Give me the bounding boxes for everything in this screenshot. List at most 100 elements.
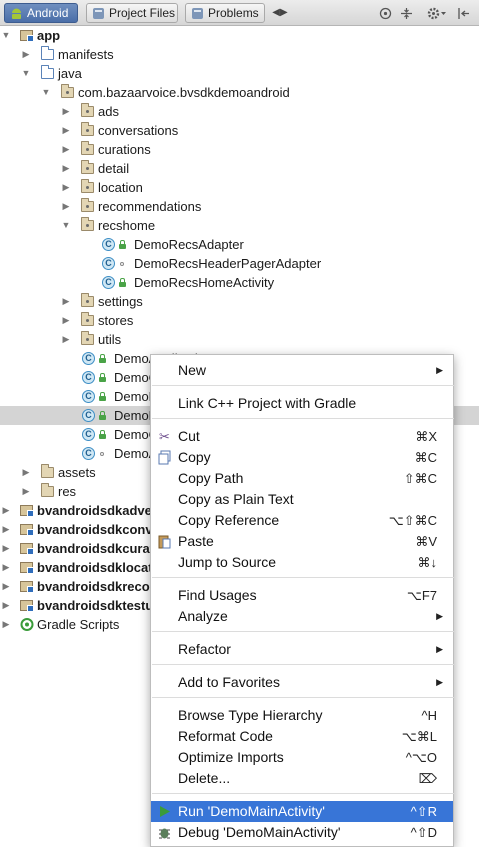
package-icon xyxy=(81,293,94,307)
expand-arrow-icon[interactable]: ▶ xyxy=(61,159,71,178)
lock-icon xyxy=(99,430,106,439)
tab-project-files[interactable]: Project Files xyxy=(86,3,178,23)
lock-icon xyxy=(99,411,106,420)
expand-arrow-icon[interactable]: ▶ xyxy=(21,45,31,64)
debug-icon xyxy=(159,828,170,839)
tree-node-java[interactable]: ▼ java xyxy=(0,64,479,83)
menu-item-label: Debug 'DemoMainActivity' xyxy=(178,824,341,840)
expand-arrow-icon[interactable]: ▼ xyxy=(21,64,31,83)
expand-arrow-icon[interactable]: ▶ xyxy=(61,311,71,330)
expand-arrow-icon[interactable]: ▼ xyxy=(41,83,51,102)
expand-arrow-icon[interactable]: ▶ xyxy=(61,140,71,159)
expand-arrow-icon[interactable]: ▶ xyxy=(1,520,11,539)
menu-item-label: Copy xyxy=(178,449,211,465)
menu-item-new[interactable]: New ▶ xyxy=(151,360,453,381)
tree-node-label: settings xyxy=(98,294,143,309)
tree-node-demorecsadapter[interactable]: C DemoRecsAdapter xyxy=(0,235,479,254)
class-icon: C xyxy=(82,447,95,460)
tree-node-label: com.bazaarvoice.bvsdkdemoandroid xyxy=(78,85,290,100)
tree-node-detail[interactable]: ▶ detail xyxy=(0,159,479,178)
menu-item-reformat-code[interactable]: Reformat Code ⌥⌘L xyxy=(151,726,453,747)
tree-node-location[interactable]: ▶ location xyxy=(0,178,479,197)
tree-node-settings[interactable]: ▶ settings xyxy=(0,292,479,311)
expand-arrow-icon[interactable]: ▶ xyxy=(21,463,31,482)
expand-arrow-icon[interactable]: ▶ xyxy=(1,539,11,558)
menu-item-copy-path[interactable]: Copy Path ⇧⌘C xyxy=(151,468,453,489)
class-icon: C xyxy=(82,390,95,403)
menu-item-copy[interactable]: Copy ⌘C xyxy=(151,447,453,468)
resource-folder-icon xyxy=(41,464,54,478)
expand-arrow-icon[interactable]: ▶ xyxy=(61,292,71,311)
expand-arrow-icon[interactable]: ▶ xyxy=(1,501,11,520)
menu-item-jump-to-source[interactable]: Jump to Source ⌘↓ xyxy=(151,552,453,573)
expand-arrow-icon[interactable]: ▶ xyxy=(1,558,11,577)
tree-node-demorecshomeactivity[interactable]: C DemoRecsHomeActivity xyxy=(0,273,479,292)
package-private-icon xyxy=(100,452,104,456)
menu-item-debug[interactable]: Debug 'DemoMainActivity' ^⇧D xyxy=(151,822,453,843)
expand-arrow-icon[interactable]: ▶ xyxy=(61,102,71,121)
tab-project-files-label: Project Files xyxy=(109,6,176,20)
menu-item-copy-reference[interactable]: Copy Reference ⌥⇧⌘C xyxy=(151,510,453,531)
menu-item-label: Copy as Plain Text xyxy=(178,491,294,507)
tree-node-recshome[interactable]: ▼ recshome xyxy=(0,216,479,235)
class-icon: C xyxy=(102,276,115,289)
tree-node-app[interactable]: ▼ app xyxy=(0,26,479,45)
lock-icon xyxy=(99,354,106,363)
tab-android[interactable]: Android xyxy=(4,3,78,23)
crosshair-icon[interactable] xyxy=(377,4,393,22)
paste-icon xyxy=(158,535,171,549)
menu-item-paste[interactable]: Paste ⌘V xyxy=(151,531,453,552)
menu-item-delete[interactable]: Delete... ⌦ xyxy=(151,768,453,789)
menu-item-label: Reformat Code xyxy=(178,728,273,744)
expand-arrow-icon[interactable]: ▶ xyxy=(1,596,11,615)
menu-item-label: Refactor xyxy=(178,641,231,657)
package-private-icon xyxy=(120,262,124,266)
expand-arrow-icon[interactable]: ▶ xyxy=(1,577,11,596)
tree-node-utils[interactable]: ▶ utils xyxy=(0,330,479,349)
expand-arrow-icon[interactable]: ▶ xyxy=(21,482,31,501)
hide-icon[interactable] xyxy=(455,4,471,22)
tree-node-ads[interactable]: ▶ ads xyxy=(0,102,479,121)
tree-node-curations[interactable]: ▶ curations xyxy=(0,140,479,159)
menu-item-label: Copy Reference xyxy=(178,512,280,528)
menu-item-link-cpp[interactable]: Link C++ Project with Gradle xyxy=(151,393,453,414)
menu-item-copy-plain-text[interactable]: Copy as Plain Text xyxy=(151,489,453,510)
tree-node-label: res xyxy=(58,484,77,499)
expand-arrow-icon[interactable]: ▶ xyxy=(61,121,71,140)
menu-separator xyxy=(152,631,454,632)
tree-node-conversations[interactable]: ▶ conversations xyxy=(0,121,479,140)
expand-arrow-icon[interactable]: ▶ xyxy=(1,615,11,634)
menu-item-browse-type-hierarchy[interactable]: Browse Type Hierarchy ^H xyxy=(151,705,453,726)
menu-item-find-usages[interactable]: Find Usages ⌥F7 xyxy=(151,585,453,606)
menu-item-analyze[interactable]: Analyze ▶ xyxy=(151,606,453,627)
expand-arrow-icon[interactable]: ▶ xyxy=(61,197,71,216)
package-icon xyxy=(81,141,94,155)
gear-icon[interactable] xyxy=(425,4,449,22)
tab-overflow-icon[interactable]: ◀▶ xyxy=(270,4,290,22)
menu-item-label: Delete... xyxy=(178,770,231,786)
tree-node-manifests[interactable]: ▶ manifests xyxy=(0,45,479,64)
class-icon: C xyxy=(82,409,95,422)
menu-item-cut[interactable]: ✂ Cut ⌘X xyxy=(151,426,453,447)
expand-arrow-icon[interactable]: ▶ xyxy=(61,178,71,197)
collapse-icon[interactable] xyxy=(398,4,414,22)
gradle-icon xyxy=(20,618,34,631)
tree-node-recommendations[interactable]: ▶ recommendations xyxy=(0,197,479,216)
expand-arrow-icon[interactable]: ▶ xyxy=(61,330,71,349)
expand-arrow-icon[interactable]: ▼ xyxy=(61,216,71,235)
menu-shortcut: ⌥F7 xyxy=(406,588,437,603)
menu-item-optimize-imports[interactable]: Optimize Imports ^⌥O xyxy=(151,747,453,768)
class-icon: C xyxy=(82,428,95,441)
tab-problems[interactable]: Problems xyxy=(185,3,265,23)
menu-item-run[interactable]: Run 'DemoMainActivity' ^⇧R xyxy=(151,801,453,822)
menu-item-add-to-favorites[interactable]: Add to Favorites ▶ xyxy=(151,672,453,693)
menu-item-refactor[interactable]: Refactor ▶ xyxy=(151,639,453,660)
package-icon xyxy=(81,217,94,231)
tree-node-package-root[interactable]: ▼ com.bazaarvoice.bvsdkdemoandroid xyxy=(0,83,479,102)
module-folder-icon xyxy=(20,581,34,593)
menu-shortcut: ^⇧R xyxy=(410,804,437,819)
menu-shortcut: ⌘↓ xyxy=(417,555,438,570)
expand-arrow-icon[interactable]: ▼ xyxy=(1,26,11,45)
tree-node-demorecsheaderpageradapter[interactable]: C DemoRecsHeaderPagerAdapter xyxy=(0,254,479,273)
tree-node-stores[interactable]: ▶ stores xyxy=(0,311,479,330)
